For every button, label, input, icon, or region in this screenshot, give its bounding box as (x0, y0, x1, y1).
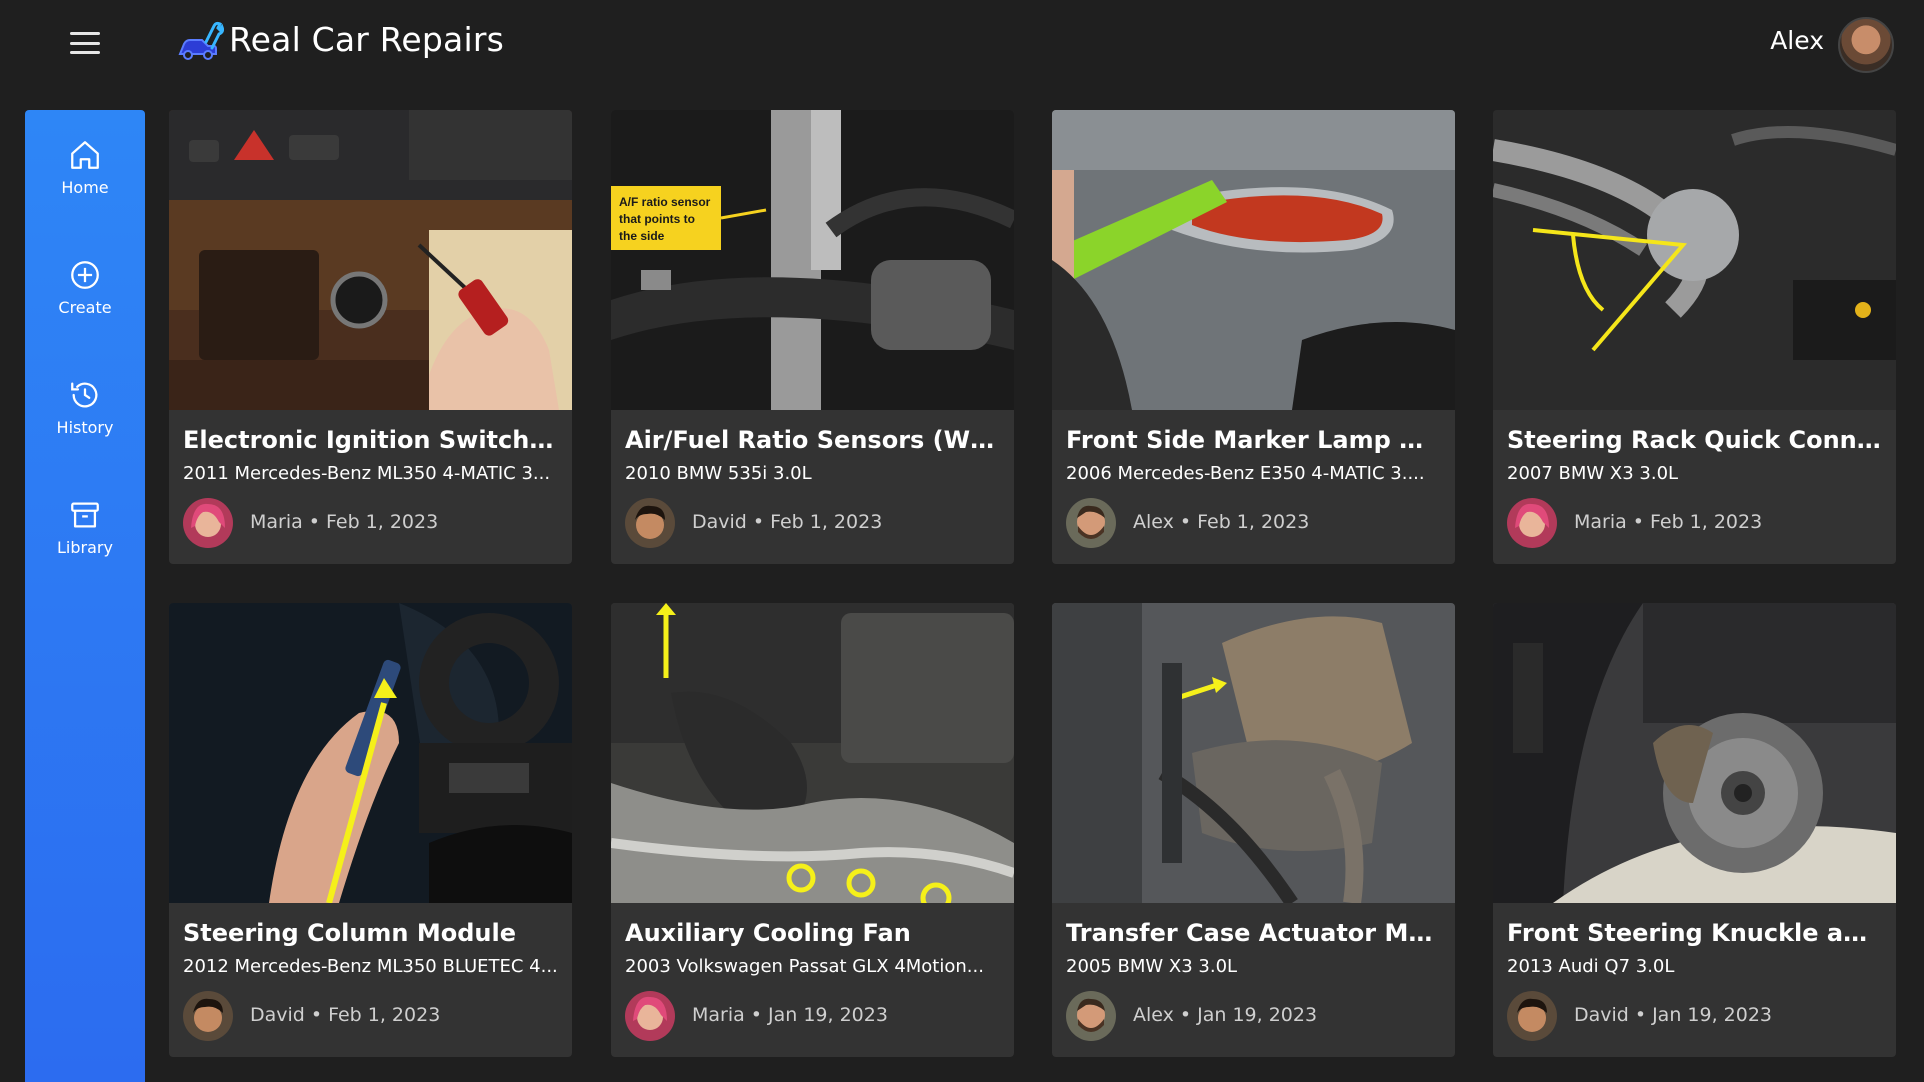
post-date: Feb 1, 2023 (1197, 511, 1310, 533)
author-name: David (1574, 1004, 1629, 1026)
card-meta: David • Feb 1, 2023 (692, 511, 883, 533)
author-name: Maria (1574, 511, 1627, 533)
top-app-bar: Real Car Repairs Alex (0, 0, 1924, 86)
repair-card[interactable]: Steering Column Module 2012 Mercedes-Ben… (169, 603, 572, 1057)
post-date: Jan 19, 2023 (1652, 1004, 1773, 1026)
card-title: Steering Rack Quick Connect... (1507, 426, 1882, 454)
card-title: Auxiliary Cooling Fan (625, 919, 911, 947)
card-title: Steering Column Module (183, 919, 516, 947)
card-meta: Alex • Feb 1, 2023 (1133, 511, 1310, 533)
sidebar-item-label: Home (61, 178, 109, 197)
repair-photo (1493, 110, 1896, 410)
author-avatar (1066, 498, 1116, 548)
card-vehicle: 2010 BMW 535i 3.0L (625, 463, 812, 484)
repair-card[interactable]: Steering Rack Quick Connect... 2007 BMW … (1493, 110, 1896, 564)
archive-icon (71, 502, 99, 528)
card-title: Air/Fuel Ratio Sensors (Wide ... (625, 426, 1000, 454)
sidebar-item-history[interactable]: History (25, 350, 145, 440)
post-date: Feb 1, 2023 (326, 511, 439, 533)
post-date: Feb 1, 2023 (328, 1004, 441, 1026)
app-title[interactable]: Real Car Repairs (229, 20, 504, 59)
author-avatar (625, 991, 675, 1041)
photo-annotation: the side (619, 229, 665, 243)
repair-photo (169, 110, 572, 410)
post-date: Feb 1, 2023 (1650, 511, 1763, 533)
post-date: Feb 1, 2023 (770, 511, 883, 533)
card-meta: Maria • Feb 1, 2023 (250, 511, 439, 533)
author-avatar (1066, 991, 1116, 1041)
repair-photo (169, 603, 572, 903)
home-icon (71, 141, 99, 169)
card-vehicle: 2005 BMW X3 3.0L (1066, 956, 1238, 977)
author-avatar (183, 991, 233, 1041)
sidebar-item-library[interactable]: Library (25, 470, 145, 560)
repair-card[interactable]: Electronic Ignition Switch (EIS... 2011 … (169, 110, 572, 564)
repair-photo (1052, 110, 1455, 410)
repair-card[interactable]: Front Side Marker Lamp Repl... 2006 Merc… (1052, 110, 1455, 564)
hamburger-menu-icon[interactable] (70, 32, 100, 54)
card-vehicle: 2013 Audi Q7 3.0L (1507, 956, 1675, 977)
card-meta: Alex • Jan 19, 2023 (1133, 1004, 1318, 1026)
card-meta: David • Jan 19, 2023 (1574, 1004, 1773, 1026)
repair-card[interactable]: Front Steering Knuckle and W... 2013 Aud… (1493, 603, 1896, 1057)
sidebar-item-label: Library (57, 538, 113, 557)
card-vehicle: 2012 Mercedes-Benz ML350 BLUETEC 4... (183, 956, 558, 977)
card-vehicle: 2011 Mercedes-Benz ML350 4-MATIC 3... (183, 463, 551, 484)
author-name: Alex (1133, 1004, 1174, 1026)
card-vehicle: 2003 Volkswagen Passat GLX 4Motion... (625, 956, 984, 977)
repair-photo: A/F ratio sensor that points to the side (611, 110, 1014, 410)
photo-annotation: that points to (619, 212, 695, 226)
repair-card[interactable]: Transfer Case Actuator Motor 2005 BMW X3… (1052, 603, 1455, 1057)
author-avatar (183, 498, 233, 548)
sidebar-item-home[interactable]: Home (25, 110, 145, 200)
car-wrench-logo-icon (178, 21, 224, 60)
user-name[interactable]: Alex (1770, 26, 1824, 55)
history-icon (71, 382, 98, 408)
sidebar-item-label: History (56, 418, 114, 437)
card-title: Electronic Ignition Switch (EIS... (183, 426, 558, 454)
repair-card[interactable]: Auxiliary Cooling Fan 2003 Volkswagen Pa… (611, 603, 1014, 1057)
author-avatar (625, 498, 675, 548)
author-avatar (1507, 498, 1557, 548)
photo-annotation: A/F ratio sensor (619, 195, 711, 209)
card-vehicle: 2007 BMW X3 3.0L (1507, 463, 1679, 484)
repair-photo (1052, 603, 1455, 903)
author-avatar (1507, 991, 1557, 1041)
author-name: David (692, 511, 747, 533)
repair-photo (611, 603, 1014, 903)
card-meta: David • Feb 1, 2023 (250, 1004, 441, 1026)
card-meta: Maria • Feb 1, 2023 (1574, 511, 1763, 533)
sidebar-item-create[interactable]: Create (25, 230, 145, 320)
card-title: Front Side Marker Lamp Repl... (1066, 426, 1441, 454)
author-name: Alex (1133, 511, 1174, 533)
author-name: Maria (250, 511, 303, 533)
repair-card[interactable]: A/F ratio sensor that points to the side… (611, 110, 1014, 564)
sidebar-nav: Home Create History Library (25, 110, 145, 1082)
card-vehicle: 2006 Mercedes-Benz E350 4-MATIC 3.... (1066, 463, 1425, 484)
plus-circle-icon (71, 261, 99, 289)
card-meta: Maria • Jan 19, 2023 (692, 1004, 888, 1026)
author-name: David (250, 1004, 305, 1026)
card-title: Front Steering Knuckle and W... (1507, 919, 1882, 947)
card-title: Transfer Case Actuator Motor (1066, 919, 1441, 947)
user-avatar[interactable] (1838, 17, 1894, 73)
author-name: Maria (692, 1004, 745, 1026)
sidebar-item-label: Create (58, 298, 112, 317)
post-date: Jan 19, 2023 (1197, 1004, 1318, 1026)
repair-photo (1493, 603, 1896, 903)
post-date: Jan 19, 2023 (768, 1004, 888, 1026)
